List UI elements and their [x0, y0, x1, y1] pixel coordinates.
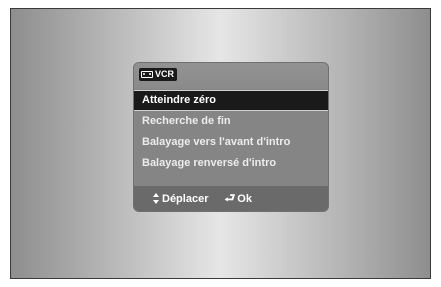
- ok-hint: ⮐ Ok: [224, 191, 252, 205]
- vcr-menu-panel: VCR Atteindre zéro Recherche de fin Bala…: [134, 63, 328, 211]
- menu-footer: Déplacer ⮐ Ok: [134, 186, 328, 211]
- menu-item-recherche-de-fin[interactable]: Recherche de fin: [134, 111, 328, 132]
- vcr-label: VCR: [155, 69, 175, 79]
- menu-item-label: Balayage renversé d'intro: [142, 157, 277, 169]
- menu-item-label: Balayage vers l'avant d'intro: [142, 136, 291, 148]
- menu-list: Atteindre zéro Recherche de fin Balayage…: [134, 90, 328, 174]
- enter-icon: ⮐: [224, 191, 236, 205]
- ok-label: Ok: [237, 192, 252, 205]
- tape-icon: [141, 71, 153, 78]
- menu-item-balayage-renverse-intro[interactable]: Balayage renversé d'intro: [134, 153, 328, 174]
- menu-header: VCR: [134, 63, 328, 89]
- tv-screen: VCR Atteindre zéro Recherche de fin Bala…: [10, 8, 431, 279]
- menu-item-atteindre-zero[interactable]: Atteindre zéro: [134, 90, 328, 111]
- move-label: Déplacer: [162, 192, 209, 205]
- move-hint: Déplacer: [152, 193, 208, 205]
- vcr-source-badge: VCR: [139, 68, 178, 81]
- menu-item-balayage-avant-intro[interactable]: Balayage vers l'avant d'intro: [134, 132, 328, 153]
- menu-item-label: Recherche de fin: [142, 115, 231, 127]
- menu-item-label: Atteindre zéro: [142, 94, 216, 106]
- up-down-arrows-icon: [152, 193, 160, 204]
